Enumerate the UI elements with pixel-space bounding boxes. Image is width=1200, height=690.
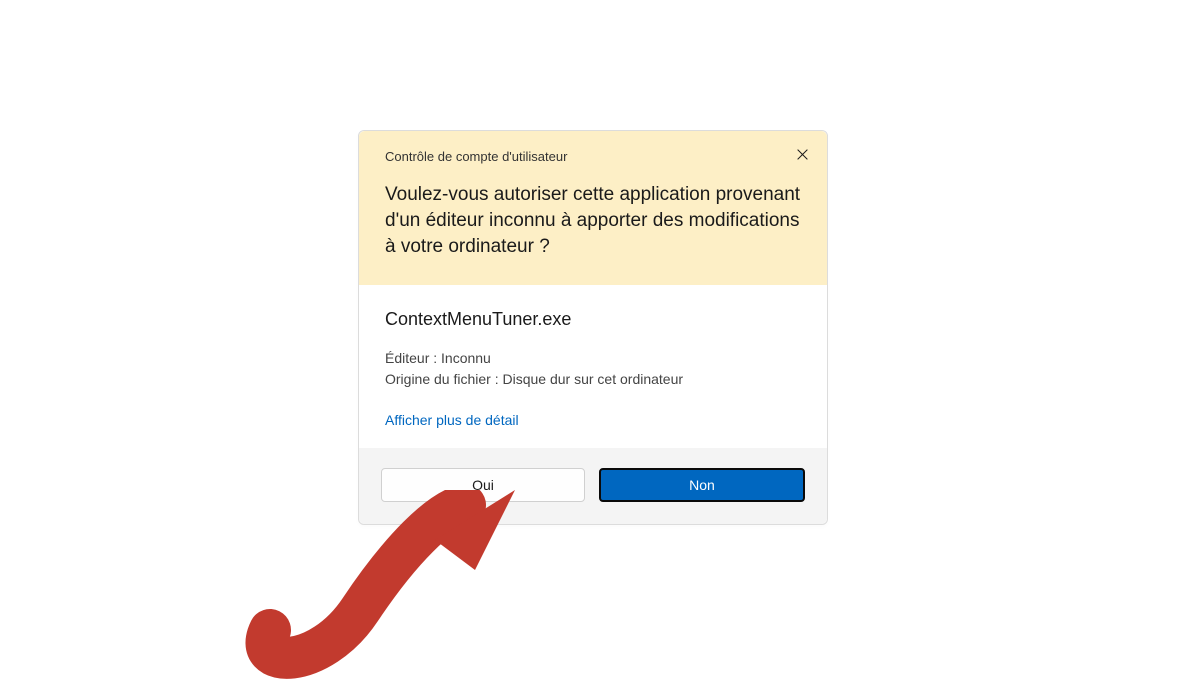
dialog-footer: Oui Non — [359, 448, 827, 524]
uac-dialog: Contrôle de compte d'utilisateur Voulez-… — [358, 130, 828, 525]
show-more-link[interactable]: Afficher plus de détail — [385, 412, 801, 428]
dialog-question: Voulez-vous autoriser cette application … — [385, 182, 801, 261]
publisher-line: Éditeur : Inconnu — [385, 348, 801, 369]
origin-line: Origine du fichier : Disque dur sur cet … — [385, 369, 801, 390]
yes-button[interactable]: Oui — [381, 468, 585, 502]
app-name: ContextMenuTuner.exe — [385, 309, 801, 330]
close-button[interactable] — [793, 145, 811, 163]
no-button[interactable]: Non — [599, 468, 805, 502]
dialog-header: Contrôle de compte d'utilisateur Voulez-… — [359, 131, 827, 285]
dialog-body: ContextMenuTuner.exe Éditeur : Inconnu O… — [359, 285, 827, 448]
dialog-title: Contrôle de compte d'utilisateur — [385, 149, 801, 164]
close-icon — [796, 148, 809, 161]
